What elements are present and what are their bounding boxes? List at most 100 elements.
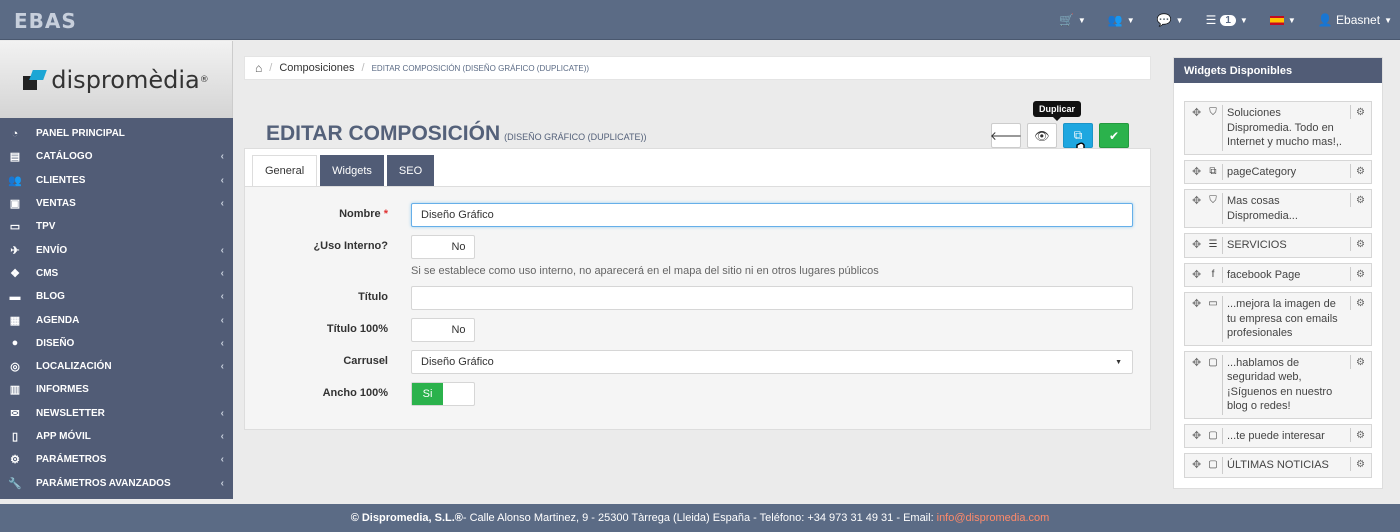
move-icon[interactable]: ✥ bbox=[1192, 297, 1201, 312]
gear-icon[interactable]: ⚙ bbox=[1356, 238, 1365, 253]
breadcrumb-composiciones[interactable]: Composiciones bbox=[279, 62, 354, 74]
footer-email-link[interactable]: info@dispromedia.com bbox=[937, 512, 1050, 524]
main-content: ⌂ / Composiciones / EDITAR COMPOSICIÓN (… bbox=[244, 56, 1151, 430]
tasks-badge: 1 bbox=[1220, 14, 1236, 26]
sidebar-item-panel-principal[interactable]: ◔ PANEL PRINCIPAL bbox=[0, 122, 233, 145]
users-menu[interactable]: 👥 ▼ bbox=[1108, 13, 1135, 27]
move-icon[interactable]: ✥ bbox=[1192, 238, 1201, 253]
caret-down-icon: ▼ bbox=[1126, 15, 1135, 25]
top-nav-menu: 🛒 ▼ 👥 ▼ 💬 ▼ ☰ 1 ▼ ▼ 👤 Ebasnet ▼ bbox=[1037, 0, 1392, 40]
action-buttons: 🡐 👁 ⧉ ✔ bbox=[985, 123, 1129, 148]
top-navbar: EBAS 🛒 ▼ 👥 ▼ 💬 ▼ ☰ 1 ▼ ▼ 👤 Ebasnet ▼ bbox=[0, 0, 1400, 40]
move-icon[interactable]: ✥ bbox=[1192, 268, 1201, 283]
move-icon[interactable]: ✥ bbox=[1192, 356, 1201, 371]
ebas-logo[interactable]: EBAS bbox=[14, 9, 77, 33]
sidebar-item-label: AGENDA bbox=[36, 314, 80, 326]
move-icon[interactable]: ✥ bbox=[1192, 106, 1201, 121]
sidebar-item-label: TPV bbox=[36, 221, 56, 233]
cogs-icon: ⚙ bbox=[10, 454, 20, 467]
sidebar-item-parámetros[interactable]: ⚙ PARÁMETROS ‹ bbox=[0, 448, 233, 471]
cart-icon: 🛒 bbox=[1058, 13, 1074, 27]
widget-label: SERVICIOS bbox=[1227, 239, 1287, 251]
widget-item[interactable]: ✥ ☰ SERVICIOS ⚙ bbox=[1184, 233, 1372, 258]
chevron-left-icon: ‹ bbox=[220, 407, 224, 419]
widget-item[interactable]: ✥ ⛉ Soluciones Dispromedia. Todo en Intern… bbox=[1184, 101, 1372, 155]
chevron-left-icon: ‹ bbox=[220, 291, 224, 303]
widget-label: ...te puede interesar bbox=[1227, 429, 1325, 442]
mobile-icon: ▯ bbox=[11, 431, 19, 443]
spain-flag-icon bbox=[1269, 15, 1284, 25]
cart-menu[interactable]: 🛒 ▼ bbox=[1059, 13, 1086, 27]
widget-item[interactable]: ✥ ⛉ Mas cosas Dispromedia... ⚙ bbox=[1184, 189, 1372, 228]
user-menu[interactable]: 👤 Ebasnet ▼ bbox=[1318, 13, 1392, 27]
widget-item[interactable]: ✥ ▢ ÚLTIMAS NOTICIAS ⚙ bbox=[1184, 453, 1372, 478]
sidebar-item-catálogo[interactable]: ▤ CATÁLOGO ‹ bbox=[0, 145, 233, 168]
sidebar-item-envío[interactable]: ✈ ENVÍO ‹ bbox=[0, 238, 233, 261]
language-menu[interactable]: ▼ bbox=[1269, 15, 1296, 25]
move-icon[interactable]: ✥ bbox=[1192, 165, 1201, 180]
move-icon[interactable]: ✥ bbox=[1192, 429, 1201, 444]
gear-icon[interactable]: ⚙ bbox=[1356, 429, 1365, 444]
widget-item[interactable]: ✥ ▢ ...te puede interesar ⚙ bbox=[1184, 423, 1372, 448]
page-title: EDITAR COMPOSICIÓN (DISEÑO GRÁFICO (DUPLI… bbox=[266, 122, 646, 146]
gear-icon[interactable]: ⚙ bbox=[1356, 194, 1365, 209]
widget-label: ÚLTIMAS NOTICIAS bbox=[1227, 459, 1329, 471]
folder-icon: ▢ bbox=[1208, 356, 1218, 368]
gear-icon[interactable]: ⚙ bbox=[1356, 268, 1365, 283]
tab-widgets[interactable]: Widgets bbox=[320, 155, 384, 186]
gear-icon[interactable]: ⚙ bbox=[1356, 165, 1365, 180]
save-button[interactable]: ✔ bbox=[1099, 123, 1129, 148]
gear-icon[interactable]: ⚙ bbox=[1356, 458, 1365, 473]
sidebar-item-cms[interactable]: ❖ CMS ‹ bbox=[0, 262, 233, 285]
folder-icon: ▢ bbox=[1208, 459, 1218, 470]
uso-interno-value: No bbox=[451, 241, 466, 253]
sidebar-item-parámetros-avanzados[interactable]: 🔧 PARÁMETROS AVANZADOS ‹ bbox=[0, 471, 233, 494]
sidebar-item-app-móvil[interactable]: ▯ APP MÓVIL ‹ bbox=[0, 425, 233, 448]
move-icon[interactable]: ✥ bbox=[1192, 458, 1201, 473]
uso-interno-toggle[interactable]: No bbox=[411, 235, 475, 259]
sidebar-item-ventas[interactable]: ▣ VENTAS ‹ bbox=[0, 192, 233, 215]
sidebar-item-localización[interactable]: ◎ LOCALIZACIÓN ‹ bbox=[0, 355, 233, 378]
tasks-menu[interactable]: ☰ 1 ▼ bbox=[1206, 13, 1248, 27]
tab-seo[interactable]: SEO bbox=[386, 155, 435, 186]
widget-item[interactable]: ✥ ▭ ...mejora la imagen de tu empresa con … bbox=[1184, 292, 1372, 346]
tab-general[interactable]: General bbox=[252, 155, 318, 186]
chat-menu[interactable]: 💬 ▼ bbox=[1157, 13, 1184, 27]
carrusel-select[interactable]: Diseño Gráfico ▼ bbox=[411, 350, 1133, 374]
facebook-icon: f bbox=[1211, 268, 1215, 280]
back-button[interactable]: 🡐 bbox=[989, 123, 1023, 148]
home-icon[interactable]: ⌂ bbox=[255, 61, 262, 75]
carrusel-value: Diseño Gráfico bbox=[421, 356, 494, 368]
titulo-input[interactable] bbox=[411, 286, 1133, 310]
sidebar-item-agenda[interactable]: ▦ AGENDA ‹ bbox=[0, 308, 233, 331]
sidebar-item-clientes[interactable]: 👥 CLIENTES ‹ bbox=[0, 169, 233, 192]
sidebar-item-newsletter[interactable]: ✉ NEWSLETTER ‹ bbox=[0, 402, 233, 425]
bar-chart-icon: ▥ bbox=[9, 384, 21, 397]
sidebar-item-informes[interactable]: ▥ INFORMES bbox=[0, 378, 233, 401]
preview-button[interactable]: 👁 bbox=[1027, 123, 1057, 148]
title-bar: EDITAR COMPOSICIÓN (DISEÑO GRÁFICO (DUPLI… bbox=[244, 80, 1151, 182]
dispromedia-logo[interactable]: dispromèdia ® bbox=[23, 66, 209, 94]
gear-icon[interactable]: ⚙ bbox=[1356, 356, 1365, 371]
nombre-input[interactable]: Diseño Gráfico bbox=[411, 203, 1133, 227]
sidebar-item-tpv[interactable]: ▭ TPV bbox=[0, 215, 233, 238]
caret-down-icon: ▼ bbox=[1239, 15, 1248, 25]
titulo100-value: No bbox=[451, 324, 466, 336]
gear-icon[interactable]: ⚙ bbox=[1356, 297, 1365, 312]
arrow-left-icon: 🡐 bbox=[989, 129, 1023, 143]
sidebar-item-blog[interactable]: ▬ BLOG ‹ bbox=[0, 285, 233, 308]
widget-item[interactable]: ✥ ⧉ pageCategory ⚙ bbox=[1184, 159, 1372, 184]
ancho-toggle[interactable]: Si bbox=[411, 382, 475, 406]
titulo100-toggle[interactable]: No bbox=[411, 318, 475, 342]
caret-down-icon: ▼ bbox=[1077, 15, 1086, 25]
chevron-left-icon: ‹ bbox=[220, 244, 224, 256]
sidebar-item-diseño[interactable]: ● DISEÑO ‹ bbox=[0, 332, 233, 355]
gear-icon[interactable]: ⚙ bbox=[1356, 106, 1365, 121]
chevron-left-icon: ‹ bbox=[220, 174, 224, 186]
widget-item[interactable]: ✥ f facebook Page ⚙ bbox=[1184, 262, 1372, 287]
send-icon: ✈ bbox=[10, 244, 20, 257]
sidebar-menu: ◔ PANEL PRINCIPAL ▤ CATÁLOGO ‹ 👥 CLIENTES ‹ ▣ VEN… bbox=[0, 118, 233, 495]
move-icon[interactable]: ✥ bbox=[1192, 194, 1201, 209]
sidebar-item-label: CMS bbox=[36, 267, 59, 279]
widget-item[interactable]: ✥ ▢ ...hablamos de seguridad web, ¡Sígueno… bbox=[1184, 350, 1372, 419]
